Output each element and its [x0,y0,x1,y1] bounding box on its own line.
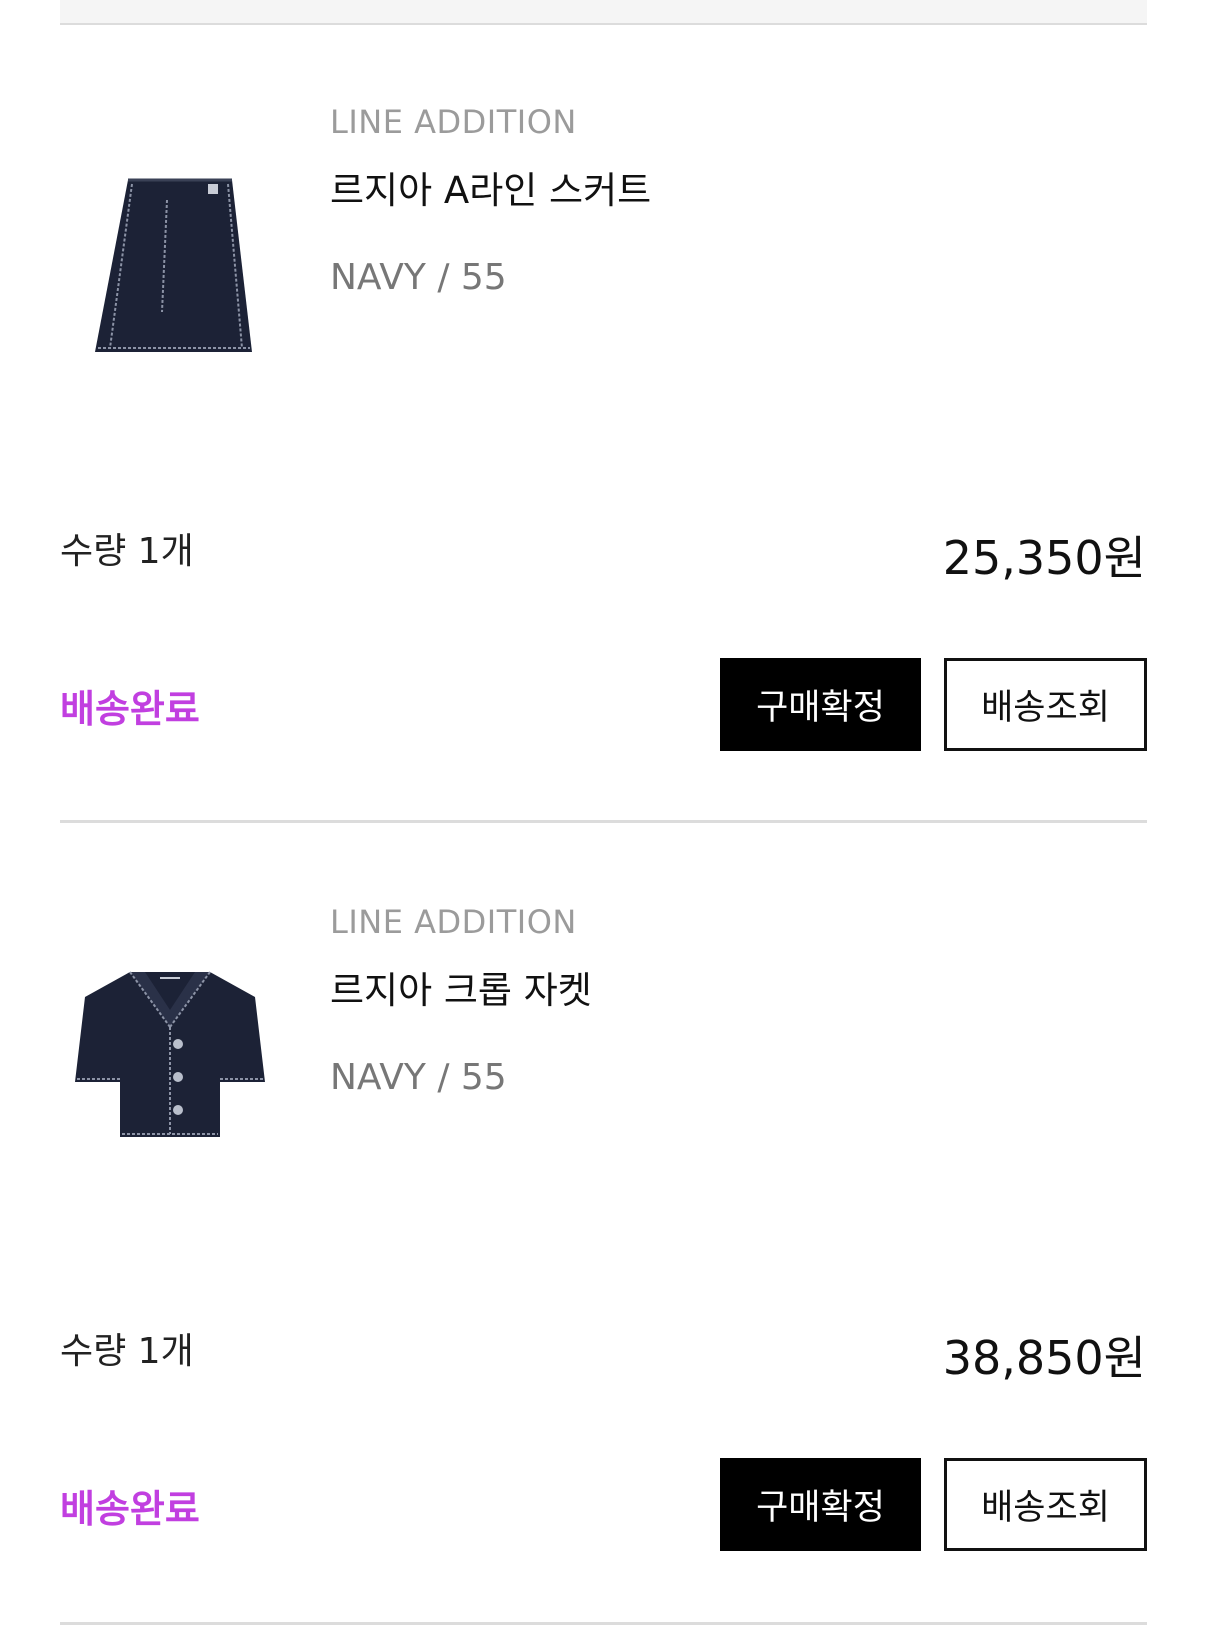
skirt-icon [95,178,252,352]
order-item: LINE ADDITION 르지아 크롭 자켓 NAVY / 55 수량 1개 … [0,800,1206,1604]
product-option: NAVY / 55 [330,257,507,298]
jacket-product-image[interactable] [70,952,270,1172]
delivery-status: 배송완료 [60,1487,200,1531]
confirm-purchase-button[interactable]: 구매확정 [720,658,921,751]
product-name[interactable]: 르지아 크롭 자켓 [330,960,592,1014]
quantity-label: 수량 1개 [60,1331,194,1372]
price: 25,350원 [942,531,1146,585]
confirm-purchase-button[interactable]: 구매확정 [720,1458,921,1551]
product-option: NAVY / 55 [330,1057,507,1098]
delivery-status: 배송완료 [60,687,200,731]
order-item: LINE ADDITION 르지아 A라인 스커트 NAVY / 55 수량 1… [0,0,1206,804]
track-delivery-button[interactable]: 배송조회 [944,1458,1147,1551]
skirt-product-image[interactable] [70,160,270,380]
brand-name: LINE ADDITION [330,903,577,941]
jacket-icon [75,971,265,1137]
track-delivery-button[interactable]: 배송조회 [944,658,1147,751]
brand-name: LINE ADDITION [330,103,577,141]
product-name[interactable]: 르지아 A라인 스커트 [330,160,651,214]
quantity-label: 수량 1개 [60,531,194,572]
item-divider [60,1622,1147,1625]
price: 38,850원 [942,1331,1146,1385]
